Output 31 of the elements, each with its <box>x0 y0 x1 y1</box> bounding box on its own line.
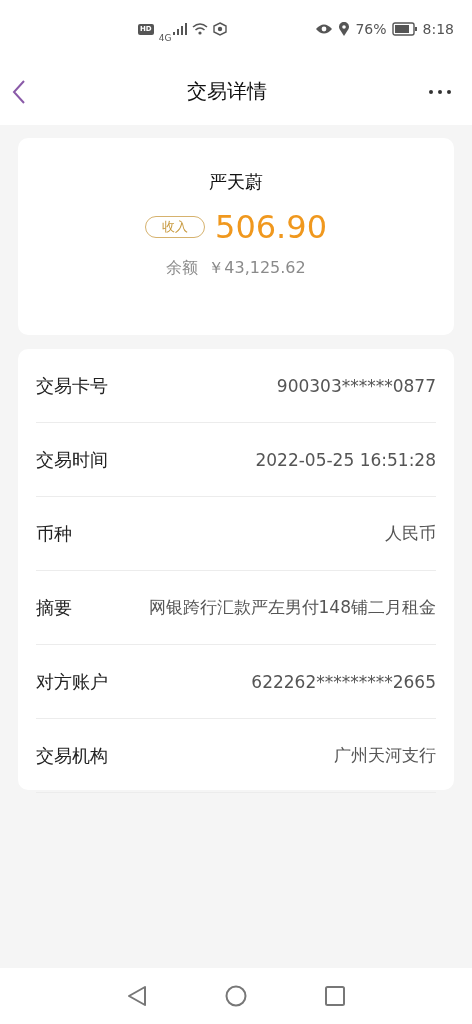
balance-label: 余额 <box>166 258 199 279</box>
back-icon[interactable] <box>127 985 147 1007</box>
home-icon[interactable] <box>225 985 247 1007</box>
detail-value: 人民币 <box>385 522 436 545</box>
eye-icon <box>315 23 334 35</box>
detail-label: 交易时间 <box>36 447 108 472</box>
shield-icon <box>213 22 228 36</box>
detail-label: 摘要 <box>36 595 72 620</box>
detail-value: 900303******0877 <box>276 375 436 396</box>
detail-label: 币种 <box>36 521 72 546</box>
signal-icon <box>173 23 188 35</box>
detail-value: 622262*********2665 <box>251 671 436 692</box>
more-icon[interactable] <box>428 88 452 95</box>
page-title: 交易详情 <box>187 78 267 105</box>
detail-value: 网银跨行汇款严左男付148铺二月租金 <box>148 596 436 619</box>
network-label: 4G <box>158 33 172 43</box>
recents-icon[interactable] <box>325 986 345 1006</box>
detail-label: 对方账户 <box>36 669 108 694</box>
wifi-icon <box>192 23 209 35</box>
detail-label: 交易机构 <box>36 743 108 768</box>
location-icon <box>338 22 351 36</box>
detail-value: 广州天河支行 <box>334 744 436 767</box>
payer-name: 严天蔚 <box>209 170 263 194</box>
detail-label: 交易卡号 <box>36 373 108 398</box>
balance-value: ￥43,125.62 <box>208 258 306 279</box>
battery-icon <box>391 22 418 36</box>
detail-value: 2022-05-25 16:51:28 <box>255 449 436 470</box>
battery-percent: 76% <box>355 21 387 37</box>
back-icon[interactable] <box>12 79 26 104</box>
clock-time: 8:18 <box>422 21 454 37</box>
amount: 506.90 <box>215 208 327 246</box>
